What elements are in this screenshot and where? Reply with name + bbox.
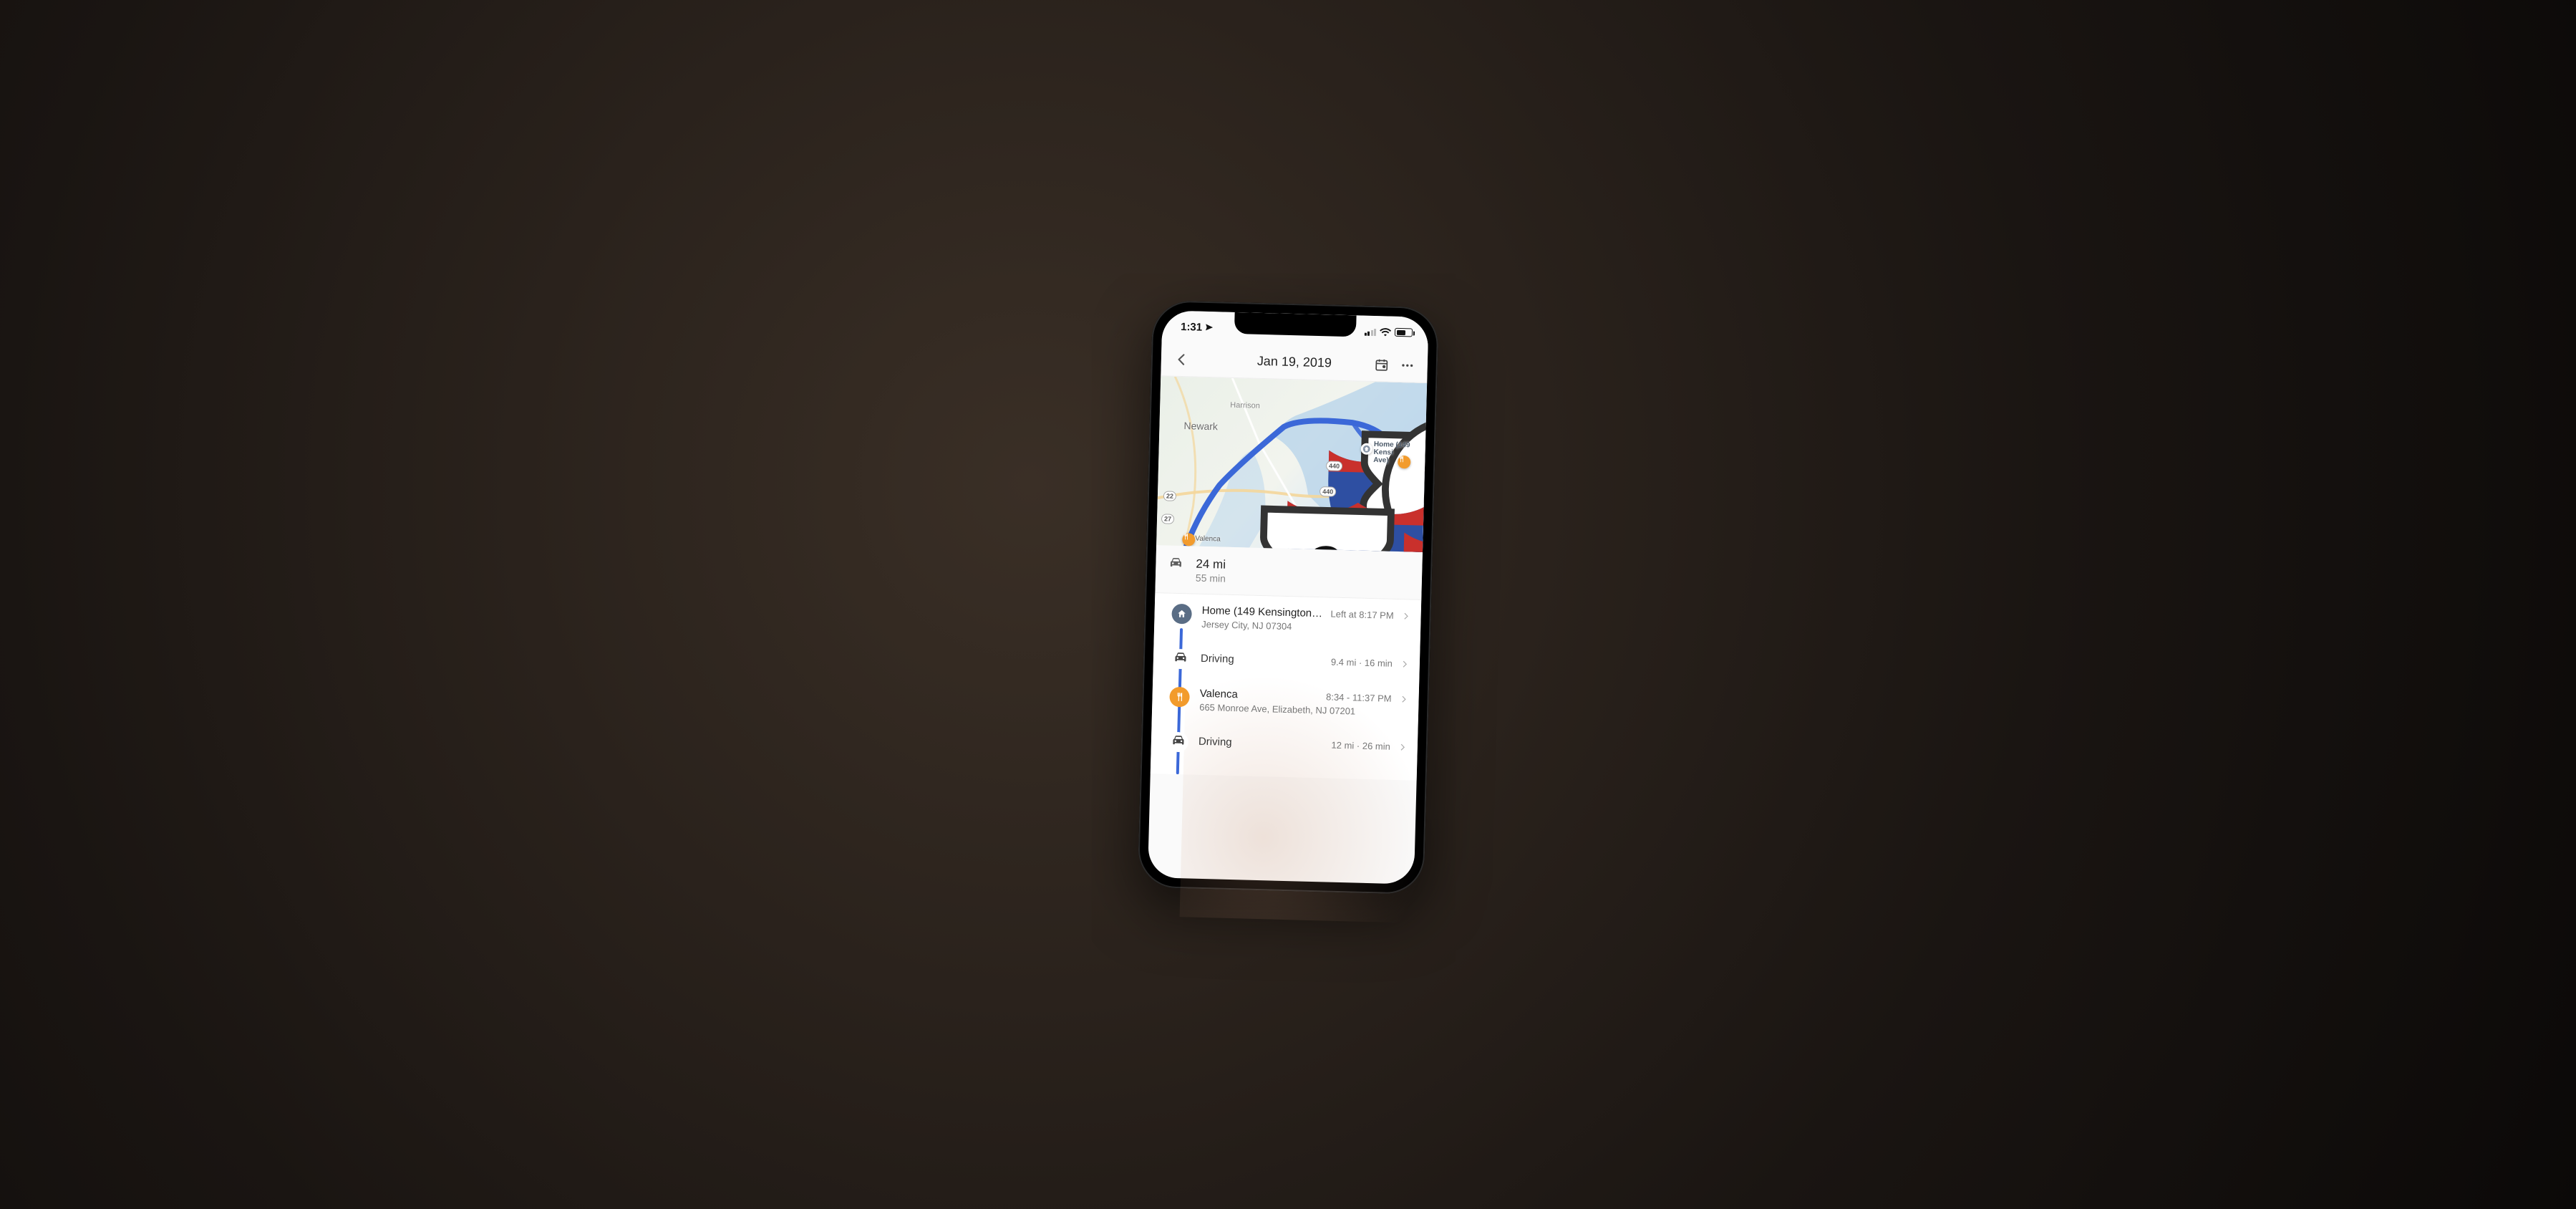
timeline-stop-valenca[interactable]: Valenca 8:34 - 11:37 PM 665 Monroe Ave, … bbox=[1152, 676, 1420, 728]
shield-22: 22 bbox=[1163, 491, 1176, 501]
timeline-stop-home[interactable]: Home (149 Kensington… Left at 8:17 PM Je… bbox=[1154, 593, 1422, 645]
summary-duration: 55 min bbox=[1196, 572, 1226, 584]
shield-440a: 440 bbox=[1326, 461, 1342, 471]
home-icon bbox=[1176, 609, 1186, 619]
wifi-icon bbox=[1380, 327, 1391, 336]
phone-frame: 1:31 Jan 19, 2019 bbox=[1138, 300, 1439, 895]
chevron-left-icon bbox=[1174, 352, 1189, 367]
segment-mode: Driving bbox=[1199, 736, 1325, 751]
stop-name: Valenca bbox=[1199, 688, 1319, 703]
car-icon bbox=[1171, 735, 1186, 750]
trip-summary: 24 mi 55 min bbox=[1155, 545, 1423, 600]
timeline-list[interactable]: Home (149 Kensington… Left at 8:17 PM Je… bbox=[1151, 593, 1421, 781]
cellular-icon bbox=[1364, 327, 1376, 336]
segment-metrics: 12 mi · 26 min bbox=[1331, 740, 1390, 752]
car-icon bbox=[1173, 652, 1188, 667]
map-label-newark: Newark bbox=[1183, 420, 1218, 432]
fork-knife-icon bbox=[1398, 456, 1405, 463]
stop-time: Left at 8:17 PM bbox=[1330, 609, 1394, 621]
svg-text:9: 9 bbox=[1305, 531, 1347, 552]
location-icon bbox=[1205, 323, 1214, 332]
home-marker bbox=[1171, 604, 1192, 625]
battery-icon bbox=[1395, 328, 1413, 337]
chevron-right-icon bbox=[1398, 694, 1408, 704]
segment-mode: Driving bbox=[1201, 652, 1324, 668]
more-horizontal-icon bbox=[1400, 357, 1415, 372]
restaurant-marker bbox=[1169, 687, 1190, 708]
map-pin-valenca-label: Valenca bbox=[1195, 535, 1221, 544]
chevron-right-icon bbox=[1400, 611, 1410, 621]
fork-knife-icon bbox=[1182, 533, 1189, 540]
map-view[interactable]: Harrison Newark 95 9 7 78 440 440 78 22 … bbox=[1156, 376, 1427, 552]
timeline-segment-1[interactable]: Driving 9.4 mi · 16 min bbox=[1153, 638, 1420, 683]
map-label-harrison: Harrison bbox=[1230, 401, 1260, 410]
notch bbox=[1234, 312, 1357, 337]
calendar-icon bbox=[1375, 357, 1390, 372]
back-button[interactable] bbox=[1168, 346, 1194, 372]
summary-distance: 24 mi bbox=[1196, 557, 1226, 573]
fork-knife-icon bbox=[1174, 692, 1184, 702]
screen: 1:31 Jan 19, 2019 bbox=[1148, 310, 1429, 884]
stop-time: 8:34 - 11:37 PM bbox=[1326, 692, 1392, 704]
clock: 1:31 bbox=[1181, 320, 1202, 333]
segment-marker bbox=[1168, 732, 1189, 753]
segment-marker bbox=[1171, 649, 1191, 670]
nav-bar: Jan 19, 2019 bbox=[1161, 342, 1428, 383]
shield-us9b-icon: 9 bbox=[1191, 486, 1427, 552]
stop-name: Home (149 Kensington… bbox=[1202, 604, 1324, 620]
calendar-button[interactable] bbox=[1368, 351, 1395, 377]
segment-metrics: 9.4 mi · 16 min bbox=[1331, 657, 1393, 669]
more-button[interactable] bbox=[1394, 352, 1420, 378]
shield-27: 27 bbox=[1161, 514, 1174, 524]
chevron-right-icon bbox=[1400, 659, 1410, 669]
timeline-segment-2[interactable]: Driving 12 mi · 26 min bbox=[1151, 721, 1418, 766]
car-icon bbox=[1168, 557, 1183, 572]
chevron-right-icon bbox=[1398, 742, 1408, 752]
